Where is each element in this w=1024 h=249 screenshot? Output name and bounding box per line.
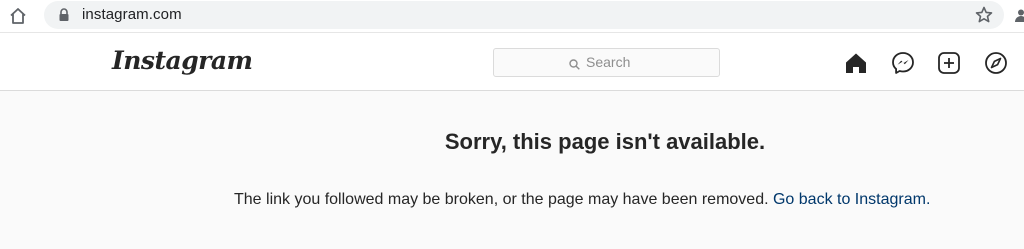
home-icon[interactable] (844, 51, 868, 75)
profile-icon[interactable] (1014, 8, 1024, 22)
address-bar[interactable]: instagram.com (44, 1, 1004, 29)
error-message-text: The link you followed may be broken, or … (234, 191, 769, 208)
error-title: Sorry, this page isn't available. (444, 129, 766, 154)
search-icon (569, 57, 580, 70)
instagram-header: Instagram Search (0, 33, 1024, 91)
messenger-icon[interactable] (891, 51, 915, 75)
new-post-icon[interactable] (937, 51, 961, 75)
instagram-logo[interactable]: Instagram (112, 46, 253, 75)
explore-icon[interactable] (984, 51, 1008, 75)
home-icon[interactable] (8, 6, 28, 26)
star-icon[interactable] (974, 5, 994, 25)
search-input[interactable]: Search (493, 48, 720, 77)
browser-toolbar: instagram.com (0, 0, 1024, 33)
search-placeholder[interactable]: Search (586, 54, 630, 70)
lock-icon[interactable] (58, 8, 70, 22)
url-text[interactable]: instagram.com (82, 6, 182, 23)
go-back-link[interactable]: Go back to Instagram. (773, 191, 930, 208)
error-message: The link you followed may be broken, or … (234, 191, 930, 209)
